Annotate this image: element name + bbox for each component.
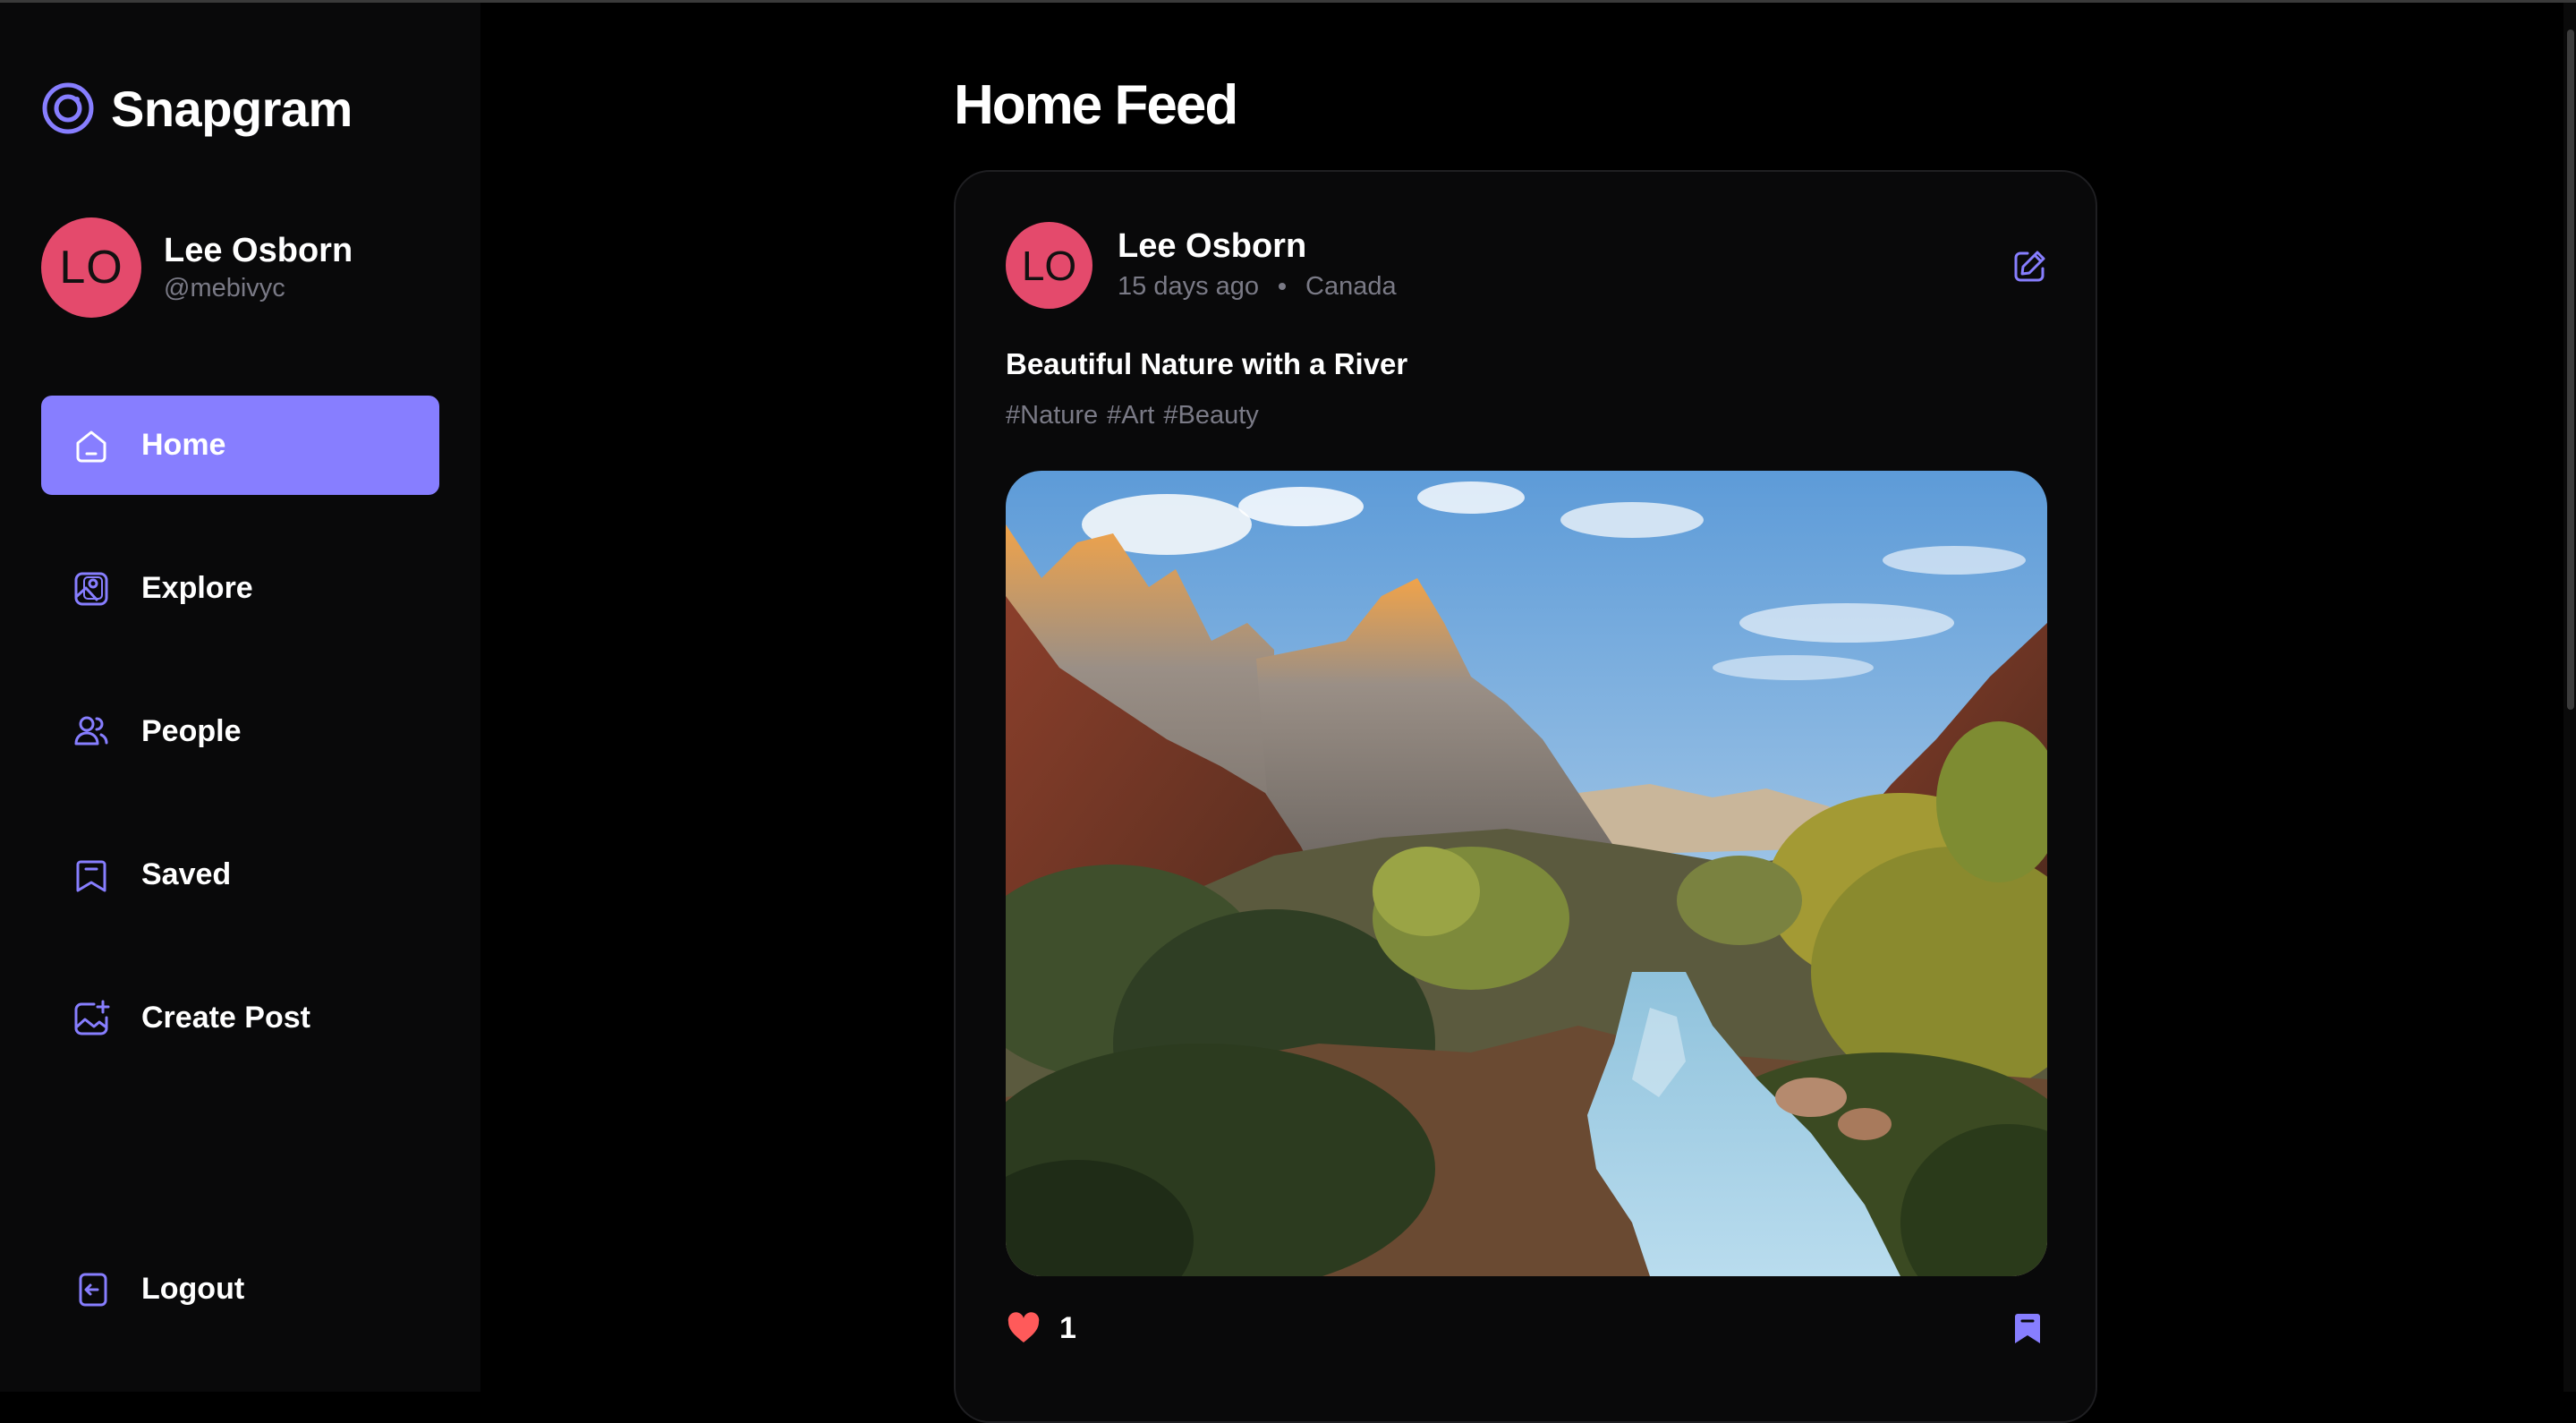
like-area: 1 (1006, 1310, 1076, 1346)
heart-icon[interactable] (1006, 1310, 1041, 1346)
save-post-button[interactable] (2010, 1310, 2045, 1346)
post-time: 15 days ago (1118, 271, 1260, 301)
app-logo[interactable]: Snapgram (41, 80, 353, 137)
like-count: 1 (1059, 1310, 1076, 1345)
post-subtitle: 15 days ago Canada (1118, 267, 1397, 306)
sidebar-item-explore[interactable]: Explore (41, 539, 439, 638)
post-location: Canada (1305, 271, 1397, 301)
user-profile[interactable]: LO Lee Osborn @mebivyc (41, 217, 353, 318)
sidebar-item-label: Saved (141, 857, 232, 891)
landscape-image (1006, 471, 2047, 1276)
post-tag[interactable]: #Nature (1006, 401, 1098, 430)
edit-icon (2014, 251, 2045, 282)
scrollbar[interactable] (2563, 3, 2576, 1392)
sidebar-item-create-post[interactable]: Create Post (41, 968, 439, 1068)
gallery-add-icon (71, 998, 112, 1039)
scrollbar-thumb[interactable] (2567, 30, 2574, 710)
user-handle: @mebivyc (164, 274, 285, 302)
avatar: LO (41, 217, 141, 318)
sidebar-item-saved[interactable]: Saved (41, 825, 439, 925)
post-card: LO Lee Osborn 15 days ago Canada Beautif… (954, 170, 2097, 1423)
bookmark-filled-icon (2015, 1314, 2040, 1343)
bookmark-icon (71, 855, 112, 896)
post-tags: #Nature #Art #Beauty (1006, 401, 1259, 430)
sidebar-item-label: People (141, 714, 242, 748)
post-author-name[interactable]: Lee Osborn (1118, 226, 1397, 267)
sidebar-item-label: Create Post (141, 1001, 310, 1035)
post-tag[interactable]: #Beauty (1163, 401, 1258, 430)
separator-dot (1279, 282, 1287, 290)
sidebar-item-label: Home (141, 428, 226, 462)
app-name: Snapgram (111, 80, 353, 137)
post-image[interactable] (1006, 471, 2047, 1276)
left-sidebar: Snapgram LO Lee Osborn @mebivyc Home Exp… (0, 3, 480, 1392)
post-caption: Beautiful Nature with a River (1006, 347, 1408, 380)
sidebar-item-home[interactable]: Home (41, 396, 439, 495)
sidebar-item-people[interactable]: People (41, 682, 439, 781)
logout-button[interactable]: Logout (41, 1240, 439, 1339)
user-name: Lee Osborn (164, 232, 353, 269)
sidebar-item-label: Explore (141, 571, 253, 605)
logout-label: Logout (141, 1272, 245, 1306)
logout-icon (71, 1269, 112, 1310)
people-icon (71, 712, 112, 753)
gallery-icon (71, 568, 112, 609)
post-tag[interactable]: #Art (1107, 401, 1154, 430)
post-header: LO Lee Osborn 15 days ago Canada (1006, 222, 1397, 309)
post-author-avatar[interactable]: LO (1006, 222, 1092, 309)
edit-post-button[interactable] (2010, 247, 2049, 286)
page-title: Home Feed (954, 73, 1238, 136)
home-icon (71, 425, 112, 466)
snapgram-logo-icon (42, 82, 94, 134)
